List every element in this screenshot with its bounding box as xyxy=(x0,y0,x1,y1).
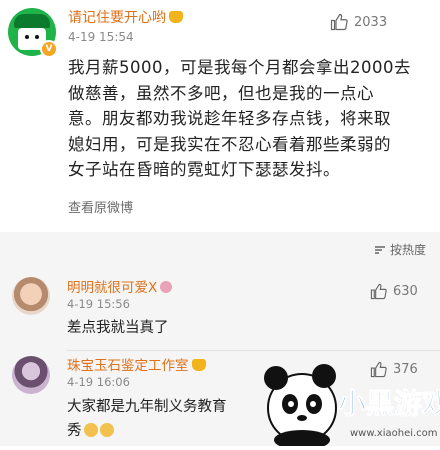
reply-author[interactable]: 珠宝玉石鉴定工作室 xyxy=(67,354,206,374)
reply-body-line: 秀 xyxy=(67,419,114,440)
like-button[interactable]: 2033 xyxy=(330,13,387,31)
sort-by-popularity-button[interactable]: 按热度 xyxy=(374,241,426,258)
comment-body: 我月薪5000，可是我每个月都会拿出2000去 做慈善，虽然不多吧，但也是我的一… xyxy=(68,55,428,183)
verified-badge-icon: V xyxy=(40,40,58,58)
thumbs-up-icon xyxy=(370,283,387,300)
member-badge-icon xyxy=(160,281,173,293)
reply-timestamp: 4-19 16:06 xyxy=(67,375,130,389)
comment-timestamp: 4-19 15:54 xyxy=(68,30,134,44)
comment-author[interactable]: 请记住要开心哟 xyxy=(68,7,183,27)
reply-divider xyxy=(67,350,440,351)
brand-name: 小黑游戏 xyxy=(337,387,440,421)
reply-like-button[interactable]: 630 xyxy=(370,283,418,300)
author-name[interactable]: 请记住要开心哟 xyxy=(68,10,166,26)
sort-icon xyxy=(374,245,385,254)
reply-author-name[interactable]: 珠宝玉石鉴定工作室 xyxy=(67,358,189,374)
brand-url: www.xiaohei.com xyxy=(350,428,438,439)
reply-body: 差点我就当真了 xyxy=(67,320,169,336)
reply-body-text: 秀 xyxy=(67,423,82,439)
reply-timestamp: 4-19 15:56 xyxy=(67,297,130,311)
reply-author[interactable]: 明明就很可爱X xyxy=(67,276,173,296)
comment-line: 意。朋友都劝我说趁年轻多存点钱，将来取 xyxy=(68,109,391,128)
member-crown-icon xyxy=(191,359,206,371)
view-original-link[interactable]: 查看原微博 xyxy=(68,197,133,216)
reply-author-name[interactable]: 明明就很可爱X xyxy=(67,280,157,296)
site-watermark: 小黑游戏 www.xiaohei.com xyxy=(250,356,440,450)
comment-line: 媳妇用，可是我实在不忍心看着那些柔弱的 xyxy=(68,134,391,154)
emoji-icon xyxy=(83,423,98,437)
comment-line: 我月薪5000，可是我每个月都会拿出2000去 xyxy=(68,58,411,77)
reply-avatar[interactable] xyxy=(12,356,50,394)
reply-like-count: 630 xyxy=(393,284,418,299)
member-crown-icon xyxy=(169,11,183,23)
sort-label: 按热度 xyxy=(389,243,426,257)
comment-line: 做慈善，虽然不多吧，但也是我的一点心 xyxy=(68,83,374,103)
reply-body-line: 大家都是九年制义务教育 xyxy=(67,399,227,415)
main-comment: V 请记住要开心哟 4-19 15:54 2033 我月薪5000，可是我每个月… xyxy=(0,0,440,232)
like-count: 2033 xyxy=(354,14,388,30)
emoji-icon xyxy=(99,423,114,437)
thumbs-up-icon xyxy=(330,13,348,31)
comment-line: 女子站在昏暗的霓虹灯下瑟瑟发抖。 xyxy=(68,160,340,179)
reply-avatar[interactable] xyxy=(12,277,50,315)
